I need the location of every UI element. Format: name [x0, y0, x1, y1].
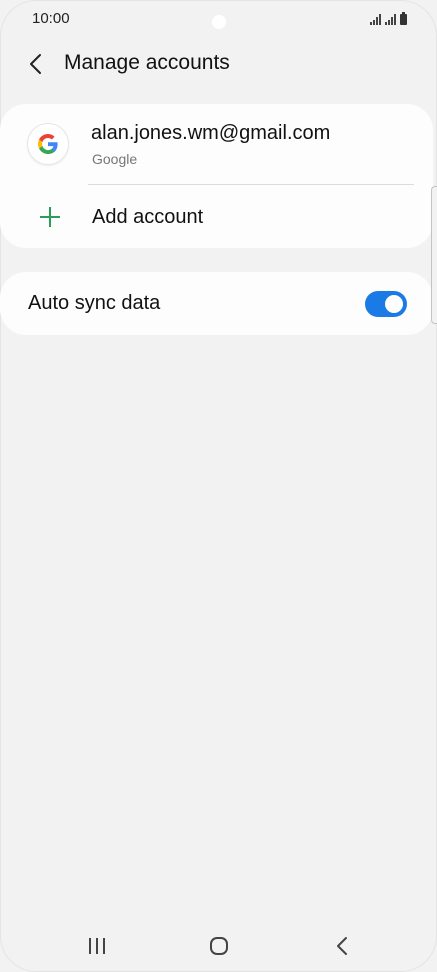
nav-back-button[interactable]: [328, 932, 356, 960]
chevron-left-icon: [30, 54, 41, 74]
status-bar: 10:00: [0, 0, 437, 38]
page-title: Manage accounts: [64, 51, 230, 74]
account-divider: [88, 184, 414, 185]
auto-sync-toggle[interactable]: [365, 291, 407, 317]
signal-icon: [385, 14, 396, 25]
front-camera: [212, 15, 226, 29]
account-type: Google: [92, 151, 138, 167]
back-icon: [337, 937, 347, 955]
scroll-indicator[interactable]: [431, 186, 437, 324]
auto-sync-label: Auto sync data: [28, 292, 161, 314]
phone-screen: 10:00 Manage accounts alan.jones.wm@gmai…: [0, 0, 437, 972]
add-account-label: Add account: [92, 206, 204, 228]
battery-icon: [400, 12, 407, 25]
add-account-button[interactable]: [0, 186, 433, 246]
home-button[interactable]: [205, 932, 233, 960]
home-icon: [210, 937, 228, 955]
toggle-knob: [383, 293, 405, 315]
account-email: alan.jones.wm@gmail.com: [91, 122, 331, 144]
app-header: Manage accounts: [0, 40, 437, 88]
back-button[interactable]: [22, 50, 50, 78]
recents-button[interactable]: [83, 932, 111, 960]
navigation-bar: [0, 920, 437, 972]
plus-icon: [38, 205, 62, 229]
recents-icon: [89, 938, 105, 954]
signal-icon: [370, 14, 381, 25]
google-logo-icon: [28, 124, 68, 164]
status-icons: [370, 11, 407, 25]
status-time: 10:00: [32, 10, 70, 27]
